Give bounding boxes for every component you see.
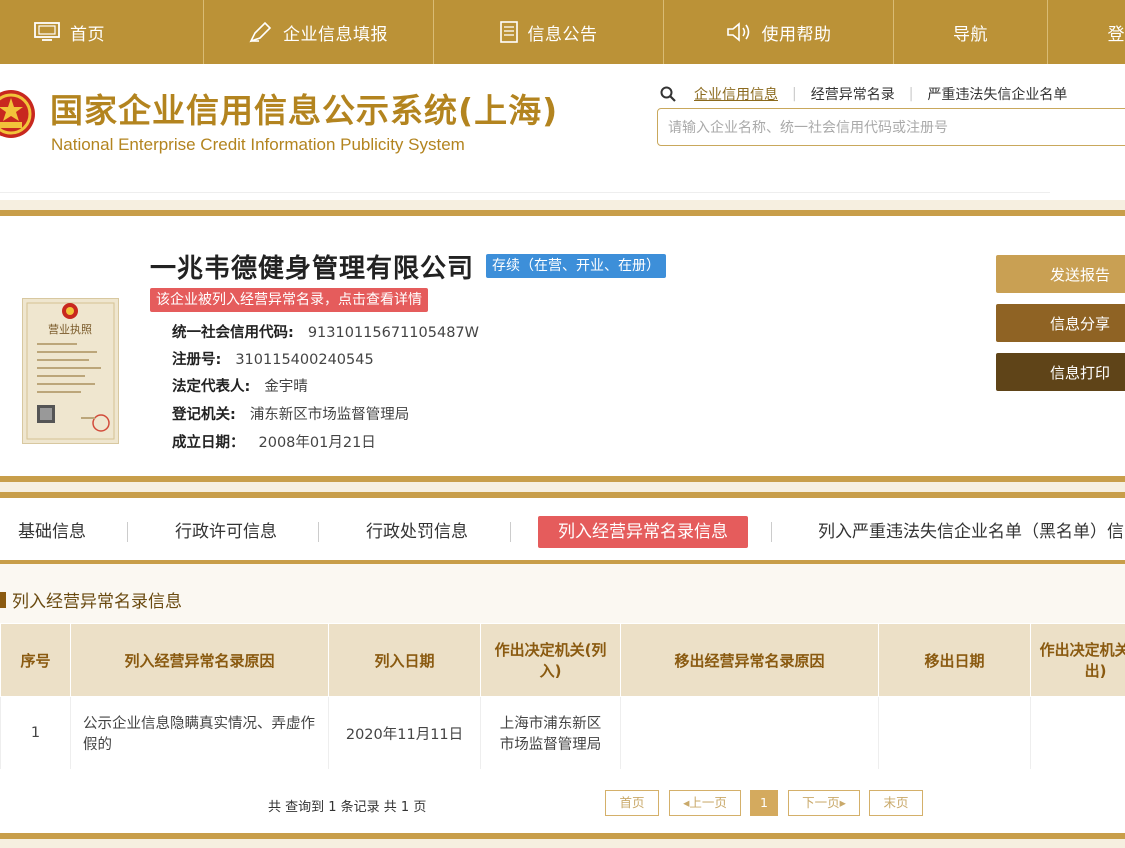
info-establish-date-label: 成立日期： [172, 435, 245, 451]
nav-enterprise-report-label: 企业信息填报 [283, 24, 388, 45]
divider-band [0, 839, 1125, 848]
search-input[interactable]: 请输入企业名称、统一社会信用代码或注册号 [657, 108, 1125, 146]
company-name: 一兆韦德健身管理有限公司 [150, 254, 475, 284]
tab-divider [318, 522, 319, 542]
next-page-label: 下一页 [802, 795, 840, 810]
monitor-icon [34, 22, 60, 42]
search-tab-divider: | [792, 86, 797, 102]
search-tab-abnormal-list[interactable]: 经营异常名录 [803, 84, 903, 104]
current-page-button[interactable]: 1 [750, 790, 778, 816]
pagination-summary: 共 查询到 1 条记录 共 1 页 [268, 800, 427, 815]
first-page-button[interactable]: 首页 [605, 790, 659, 816]
column-header: 移出日期 [878, 623, 1031, 697]
column-header: 序号 [0, 623, 71, 697]
search-type-tabs: 企业信用信息 | 经营异常名录 | 严重违法失信企业名单 [660, 84, 1075, 104]
search-tab-credit-info[interactable]: 企业信用信息 [686, 84, 786, 104]
license-title: 营业执照 [48, 322, 92, 336]
tab-abnormal-list[interactable]: 列入经营异常名录信息 [538, 516, 748, 548]
search-tab-divider: | [908, 86, 914, 102]
nav-item-login[interactable]: 登 [1048, 0, 1125, 64]
info-legal-rep-label: 法定代表人: [172, 379, 251, 395]
column-header: 作出决定机关(列入) [480, 623, 621, 697]
abnormal-notice-link[interactable]: 该企业被列入经营异常名录，点击查看详情 [150, 288, 428, 312]
info-reg-number-label: 注册号: [172, 352, 222, 368]
national-emblem-icon [0, 82, 36, 154]
nav-item-navigation[interactable]: 导航 [894, 0, 1048, 64]
nav-navigation-label: 导航 [953, 24, 988, 45]
system-subtitle: National Enterprise Credit Information P… [51, 135, 465, 154]
speaker-icon [726, 22, 752, 42]
business-license-image[interactable]: 营业执照 [22, 298, 119, 444]
table-row: 1 公示企业信息隐瞒真实情况、弄虚作假的 2020年11月11日 上海市浦东新区… [0, 696, 1125, 770]
tab-divider [771, 522, 772, 542]
tab-basic-info[interactable]: 基础信息 [18, 516, 86, 548]
divider-band [0, 200, 1125, 210]
nav-login-label: 登 [1107, 24, 1125, 45]
divider-band [0, 482, 1125, 492]
table-cell [620, 696, 879, 770]
next-page-button[interactable]: 下一页▸ [788, 790, 860, 816]
info-registration-authority: 登记机关: 浦东新区市场监督管理局 [172, 403, 409, 424]
document-icon [499, 21, 518, 43]
table-cell: 1 [0, 696, 71, 770]
tab-blacklist[interactable]: 列入严重违法失信企业名单（黑名单）信 [818, 516, 1124, 548]
column-header: 列入日期 [328, 623, 481, 697]
header-divider [0, 192, 1050, 193]
section-title: 列入经营异常名录信息 [0, 587, 182, 612]
info-legal-rep: 法定代表人: 金宇晴 [172, 375, 308, 396]
table-cell: 2020年11月11日 [328, 696, 481, 770]
info-credit-code-label: 统一社会信用代码: [172, 325, 294, 341]
column-header: 列入经营异常名录原因 [70, 623, 329, 697]
nav-item-help[interactable]: 使用帮助 [664, 0, 894, 64]
column-header: 移出经营异常名录原因 [620, 623, 879, 697]
info-reg-number: 注册号: 310115400240545 [172, 348, 374, 369]
nav-item-announcement[interactable]: 信息公告 [434, 0, 664, 64]
search-icon [660, 86, 676, 102]
prev-page-label: 上一页 [689, 795, 727, 810]
table-header-row: 序号 列入经营异常名录原因 列入日期 作出决定机关(列入) 移出经营异常名录原因… [0, 623, 1125, 697]
info-establish-date: 成立日期： 2008年01月21日 [172, 431, 376, 452]
search-tab-blacklist[interactable]: 严重违法失信企业名单 [919, 84, 1075, 104]
info-credit-code: 统一社会信用代码: 91310115671105487W [172, 321, 479, 342]
table-cell [1030, 696, 1125, 770]
share-info-button[interactable]: 信息分享 [996, 304, 1125, 342]
info-establish-date-value: 2008年01月21日 [258, 435, 376, 451]
print-info-button[interactable]: 信息打印 [996, 353, 1125, 391]
prev-page-button[interactable]: ◂上一页 [669, 790, 741, 816]
tab-admin-license[interactable]: 行政许可信息 [175, 516, 277, 548]
tab-divider [510, 522, 511, 542]
info-legal-rep-value: 金宇晴 [264, 379, 308, 395]
last-page-button[interactable]: 末页 [869, 790, 923, 816]
tab-divider [127, 522, 128, 542]
nav-item-home[interactable]: 首页 [0, 0, 204, 64]
tab-admin-penalty[interactable]: 行政处罚信息 [366, 516, 468, 548]
column-header: 作出决定机关(移出) [1030, 623, 1125, 697]
info-reg-number-value: 310115400240545 [235, 352, 374, 368]
system-title: 国家企业信用信息公示系统(上海) [50, 91, 559, 130]
search-placeholder: 请输入企业名称、统一社会信用代码或注册号 [668, 120, 948, 136]
info-credit-code-value: 91310115671105487W [307, 325, 479, 341]
top-nav: 首页 企业信息填报 信息公告 使用帮助 导航 登 [0, 0, 1125, 66]
nav-help-label: 使用帮助 [761, 24, 832, 45]
pagination-bar [0, 769, 1125, 833]
status-badge: 存续（在营、开业、在册） [486, 254, 666, 278]
section-marker [0, 591, 6, 608]
edit-icon [249, 21, 273, 43]
table-cell: 上海市浦东新区市场监督管理局 [480, 696, 621, 770]
info-registration-authority-value: 浦东新区市场监督管理局 [249, 407, 410, 423]
chevron-right-icon: ▸ [839, 795, 846, 810]
send-report-button[interactable]: 发送报告 [996, 255, 1125, 293]
info-registration-authority-label: 登记机关: [172, 407, 236, 423]
nav-item-enterprise-report[interactable]: 企业信息填报 [204, 0, 434, 64]
section-title-text: 列入经营异常名录信息 [12, 592, 182, 612]
table-cell [878, 696, 1031, 770]
table-cell: 公示企业信息隐瞒真实情况、弄虚作假的 [70, 696, 329, 770]
abnormal-records-table: 序号 列入经营异常名录原因 列入日期 作出决定机关(列入) 移出经营异常名录原因… [0, 623, 1125, 770]
nav-home-label: 首页 [70, 24, 105, 45]
nav-announcement-label: 信息公告 [527, 24, 598, 45]
